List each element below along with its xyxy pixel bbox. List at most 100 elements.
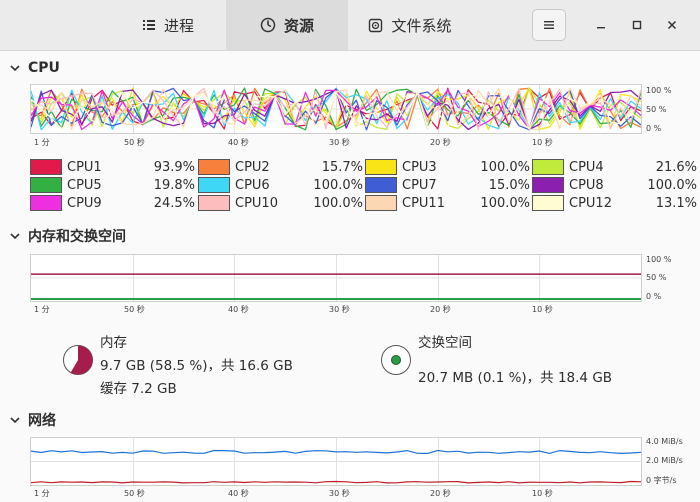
chevron-down-icon bbox=[10, 65, 20, 72]
cpu-color-swatch[interactable] bbox=[365, 177, 397, 193]
time-tick-label: 40 秒 bbox=[228, 305, 249, 314]
cpu-legend-item[interactable]: CPU11 100.0% bbox=[365, 194, 530, 212]
mem-pct-100: 100 % bbox=[646, 255, 672, 264]
time-tick-label: 40 秒 bbox=[228, 138, 249, 147]
cpu-pct-100: 100 % bbox=[646, 86, 672, 95]
cpu-legend-item[interactable]: CPU9 24.5% bbox=[30, 194, 195, 212]
memory-cache: 缓存 7.2 GB bbox=[100, 381, 177, 397]
time-tick-label: 30 秒 bbox=[329, 305, 350, 314]
chevron-down-icon bbox=[10, 417, 20, 424]
time-tick-label: 10 秒 bbox=[532, 489, 553, 498]
close-icon bbox=[667, 20, 677, 30]
mem-pct-50: 50 % bbox=[646, 273, 667, 282]
time-tick-label: 1 分 bbox=[34, 305, 50, 314]
cpu-color-swatch[interactable] bbox=[198, 177, 230, 193]
time-tick-label: 50 秒 bbox=[124, 305, 145, 314]
close-button[interactable] bbox=[661, 14, 683, 36]
cpu-legend-item[interactable]: CPU10 100.0% bbox=[198, 194, 363, 212]
cpu-legend-item[interactable]: CPU12 13.1% bbox=[532, 194, 697, 212]
cpu-name: CPU12 bbox=[569, 195, 612, 211]
cpu-pct-50: 50 % bbox=[646, 105, 667, 114]
gauge-icon bbox=[260, 17, 276, 33]
swap-pie-slice bbox=[391, 355, 401, 365]
cpu-name: CPU2 bbox=[235, 159, 270, 175]
header-bar: 进程 资源 文件系统 bbox=[0, 0, 700, 51]
memory-usage: 9.7 GB (58.5 %)，共 16.6 GB bbox=[100, 358, 293, 374]
cpu-usage-value: 15.0% bbox=[488, 177, 530, 193]
cpu-name: CPU5 bbox=[67, 177, 102, 193]
cpu-name: CPU9 bbox=[67, 195, 102, 211]
time-tick-label: 1 分 bbox=[34, 489, 50, 498]
cpu-name: CPU7 bbox=[402, 177, 437, 193]
minimize-icon bbox=[597, 27, 605, 29]
cpu-color-swatch[interactable] bbox=[532, 195, 564, 211]
time-tick-label: 1 分 bbox=[34, 138, 50, 147]
cpu-usage-value: 100.0% bbox=[313, 177, 363, 193]
mem-pct-0: 0 % bbox=[646, 292, 662, 301]
cpu-color-swatch[interactable] bbox=[198, 195, 230, 211]
memory-section-header[interactable]: 内存和交换空间 bbox=[10, 226, 126, 246]
time-tick-label: 20 秒 bbox=[430, 138, 451, 147]
time-tick-label: 10 秒 bbox=[532, 138, 553, 147]
network-section-title: 网络 bbox=[28, 413, 56, 429]
cpu-color-swatch[interactable] bbox=[30, 159, 62, 175]
network-section-header[interactable]: 网络 bbox=[10, 410, 56, 430]
chevron-down-icon bbox=[10, 233, 20, 240]
tab-filesystems-label: 文件系统 bbox=[391, 16, 452, 35]
memory-history-graph bbox=[30, 254, 642, 302]
cpu-color-swatch[interactable] bbox=[532, 159, 564, 175]
net-tick-mid: 2.0 MiB/s bbox=[646, 456, 683, 465]
main-menu-button[interactable] bbox=[532, 9, 566, 41]
cpu-color-swatch[interactable] bbox=[365, 159, 397, 175]
cpu-usage-value: 19.8% bbox=[153, 177, 195, 193]
time-tick-label: 30 秒 bbox=[329, 489, 350, 498]
cpu-legend-item[interactable]: CPU1 93.9% bbox=[30, 158, 195, 176]
network-history-graph bbox=[30, 437, 642, 486]
cpu-legend-item[interactable]: CPU7 15.0% bbox=[365, 176, 530, 194]
tab-resources[interactable]: 资源 bbox=[226, 0, 348, 50]
cpu-color-swatch[interactable] bbox=[532, 177, 564, 193]
swap-label: 交换空间 bbox=[418, 335, 472, 351]
cpu-color-swatch[interactable] bbox=[198, 159, 230, 175]
cpu-usage-value: 15.7% bbox=[321, 159, 363, 175]
disk-icon bbox=[368, 18, 383, 33]
cpu-name: CPU10 bbox=[235, 195, 278, 211]
cpu-color-swatch[interactable] bbox=[30, 195, 62, 211]
cpu-usage-value: 100.0% bbox=[480, 159, 530, 175]
swap-usage: 20.7 MB (0.1 %)，共 18.4 GB bbox=[418, 370, 613, 386]
tab-filesystems[interactable]: 文件系统 bbox=[348, 0, 472, 50]
cpu-legend-item[interactable]: CPU5 19.8% bbox=[30, 176, 195, 194]
cpu-pct-0: 0 % bbox=[646, 124, 662, 133]
cpu-name: CPU6 bbox=[235, 177, 270, 193]
cpu-legend-item[interactable]: CPU8 100.0% bbox=[532, 176, 697, 194]
cpu-section-title: CPU bbox=[28, 60, 60, 76]
time-tick-label: 40 秒 bbox=[228, 489, 249, 498]
memory-section-title: 内存和交换空间 bbox=[28, 229, 126, 245]
cpu-usage-value: 24.5% bbox=[153, 195, 195, 211]
cpu-color-swatch[interactable] bbox=[30, 177, 62, 193]
maximize-icon bbox=[632, 20, 642, 30]
cpu-usage-value: 21.6% bbox=[655, 159, 697, 175]
cpu-usage-value: 93.9% bbox=[153, 159, 195, 175]
minimize-button[interactable] bbox=[590, 14, 612, 36]
tab-processes[interactable]: 进程 bbox=[110, 0, 226, 50]
tab-resources-label: 资源 bbox=[283, 16, 314, 35]
time-tick-label: 50 秒 bbox=[124, 489, 145, 498]
cpu-legend-item[interactable]: CPU6 100.0% bbox=[198, 176, 363, 194]
maximize-button[interactable] bbox=[626, 14, 648, 36]
hamburger-icon bbox=[544, 21, 554, 29]
cpu-name: CPU11 bbox=[402, 195, 445, 211]
time-tick-label: 20 秒 bbox=[430, 489, 451, 498]
cpu-name: CPU1 bbox=[67, 159, 102, 175]
cpu-legend-item[interactable]: CPU2 15.7% bbox=[198, 158, 363, 176]
cpu-section-header[interactable]: CPU bbox=[10, 60, 60, 76]
cpu-usage-value: 100.0% bbox=[480, 195, 530, 211]
swap-pie-icon bbox=[381, 345, 411, 375]
cpu-usage-value: 100.0% bbox=[313, 195, 363, 211]
time-tick-label: 30 秒 bbox=[329, 138, 350, 147]
time-tick-label: 50 秒 bbox=[124, 138, 145, 147]
cpu-color-swatch[interactable] bbox=[365, 195, 397, 211]
cpu-legend-item[interactable]: CPU3 100.0% bbox=[365, 158, 530, 176]
net-tick-bottom: 0 字节/s bbox=[646, 476, 677, 485]
cpu-legend-item[interactable]: CPU4 21.6% bbox=[532, 158, 697, 176]
